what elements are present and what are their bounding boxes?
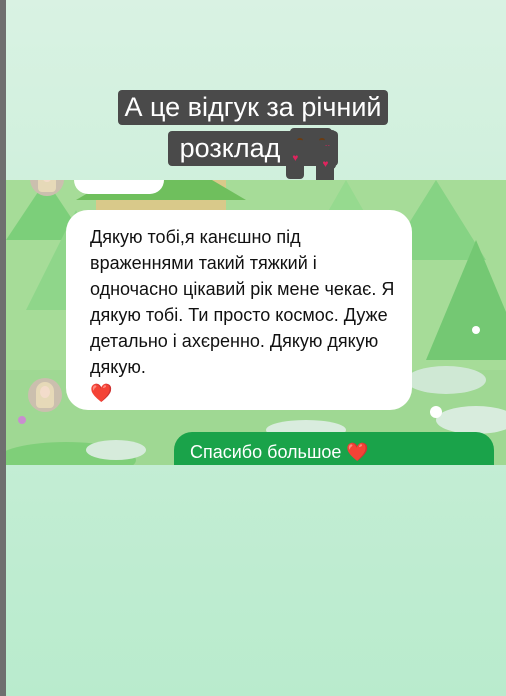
previous-message-bubble <box>74 180 164 194</box>
caption-text-1: А це відгук за річний <box>118 90 388 125</box>
red-heart-icon: ❤️ <box>90 383 113 403</box>
story-caption-line-1: А це відгук за річний <box>0 90 506 125</box>
avatar-previous <box>30 180 64 196</box>
sender-avatar[interactable] <box>28 378 62 412</box>
incoming-message-bubble: Дякую тобі,я канєшно під враженнями таки… <box>66 210 412 410</box>
red-heart-icon: ❤️ <box>346 442 369 462</box>
caption-text-2: розклад <box>173 131 287 166</box>
smiling-face-with-hearts-icon: ♥♥♥ <box>286 128 337 185</box>
story-caption-line-2: розклад♥♥♥ <box>0 128 506 185</box>
incoming-message-text: Дякую тобі,я канєшно під враженнями таки… <box>90 227 395 377</box>
outgoing-message-bubble: Спасибо большое ❤️ <box>174 432 494 465</box>
outgoing-message-text: Спасибо большое <box>190 442 342 462</box>
